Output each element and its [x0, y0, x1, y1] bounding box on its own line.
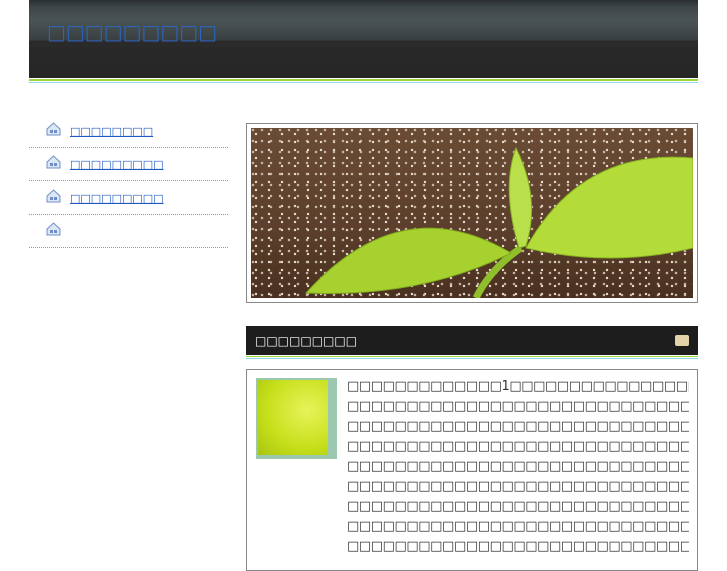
section-header: □□□□□□□□□ [246, 326, 698, 355]
content-box: □□□□□□□□□□□□□1□□□□□□□□□□□□□□□ □□□□□□□ □□□… [246, 369, 698, 571]
sidebar-link[interactable]: □□□□□□□□□ [70, 192, 164, 205]
text-line: □□□□□□□□□□□□□□□□□□□□□□□□□□□□□□□□□□□ [347, 479, 689, 494]
text-line: □□□□□□□□□□□□□1□□□□□□□□□□□□□□□□□□□□□□ [347, 379, 689, 394]
sidebar-item-3[interactable]: □□□□□□□□□ [29, 181, 228, 215]
sidebar-item-2[interactable]: □□□□□□□□□ [29, 147, 228, 181]
folder-icon [675, 335, 689, 346]
house-icon [46, 121, 61, 136]
text-line: □□□□□□□□□□□□□□□□□□□□□□□□□□□□□□□□□□□ [347, 439, 689, 454]
article-text: □□□□□□□□□□□□□1□□□□□□□□□□□□□□□ □□□□□□□ □□□… [347, 377, 689, 557]
section-divider [246, 355, 698, 359]
text-line: □□□□□□□□□□□□□□□□□□□□□□□□□□□□□□□□□□□ [347, 499, 689, 514]
seedling-image [251, 128, 693, 298]
section-title: □□□□□□□□□ [255, 334, 358, 348]
text-line: □□□□□□□□□□□□□□□□□□□□□□□□□□□□□□□□□ [347, 419, 689, 434]
text-line: □□□□□□□□□□□□□□□□□□□□□□□□□□□□□□□□□□□ [347, 399, 689, 414]
leaf-thumbnail [256, 378, 337, 459]
house-icon [46, 221, 61, 236]
site-header: □□□□□□□□□ [29, 0, 698, 78]
text-line: □□□□□□□□□□□□□□□□□□□□□□□□□□□□□□□□□□□ [347, 459, 689, 474]
text-line: □□□□□□□□□□□□□□□□□□□□□□□□□□□□□□□□□□□ [347, 539, 689, 554]
house-icon [46, 154, 61, 169]
header-divider [29, 78, 698, 83]
sidebar-link[interactable]: □□□□□□□□ [70, 125, 153, 138]
sidebar-item-1[interactable]: □□□□□□□□ [29, 114, 228, 148]
text-line: □□□□□□□□□□□□□□□□□□□□□□□□□□□□□□□□□□□ [347, 519, 689, 534]
site-title[interactable]: □□□□□□□□□ [47, 20, 217, 44]
house-icon [46, 188, 61, 203]
sidebar-link[interactable]: □□□□□□□□□ [70, 158, 164, 171]
hero-image-frame [246, 123, 698, 303]
sidebar-item-4[interactable] [29, 214, 228, 248]
